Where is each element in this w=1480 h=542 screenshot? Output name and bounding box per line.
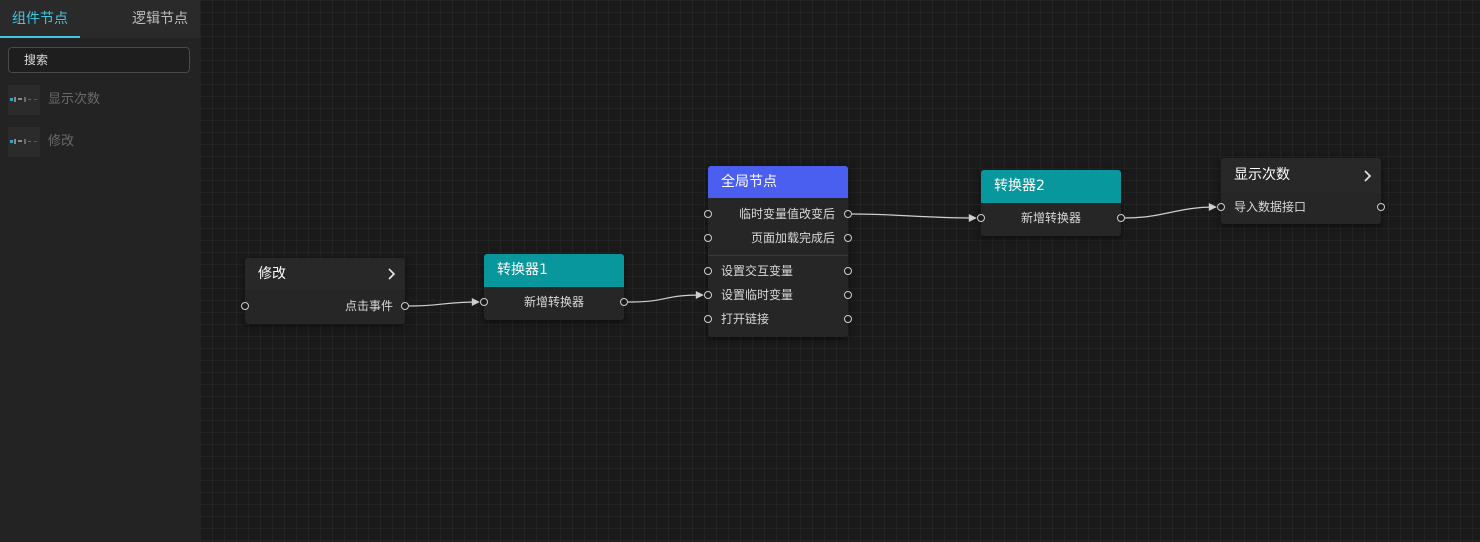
port-row-add-converter: 新增转换器 — [480, 290, 628, 314]
action-row-open-link: 打开链接 — [704, 307, 852, 331]
port-label: 设置交互变量 — [721, 264, 794, 278]
tab-logic-nodes[interactable]: 逻辑节点 — [132, 0, 188, 38]
output-port[interactable] — [401, 302, 409, 310]
node-header: 转换器2 — [981, 170, 1121, 203]
connection-converter1-to-global — [627, 291, 704, 303]
node-title: 全局节点 — [721, 174, 777, 190]
input-port[interactable] — [1217, 203, 1225, 211]
output-port[interactable] — [844, 234, 852, 242]
input-port[interactable] — [704, 234, 712, 242]
port-label: 新增转换器 — [1020, 211, 1081, 225]
output-row-click-event: 点击事件 — [241, 294, 409, 318]
input-port[interactable] — [704, 267, 712, 275]
tab-component-nodes[interactable]: 组件节点 — [12, 0, 68, 38]
active-tab-indicator — [0, 36, 80, 38]
connection-converter2-to-display — [1123, 203, 1217, 219]
search-input[interactable] — [8, 47, 190, 73]
node-modify[interactable]: 修改 点击事件 — [241, 258, 409, 324]
node-header: 转换器1 — [484, 254, 624, 287]
node-header: 显示次数 — [1221, 158, 1381, 193]
node-title: 显示次数 — [1234, 167, 1290, 183]
output-port[interactable] — [844, 267, 852, 275]
port-label: 新增转换器 — [523, 295, 584, 309]
input-row-import-data: 导入数据接口 — [1217, 195, 1385, 219]
port-label: 点击事件 — [344, 299, 393, 313]
library-item-modify[interactable]: 修改 — [8, 127, 192, 157]
action-row-set-temp-var: 设置临时变量 — [704, 283, 852, 307]
output-port[interactable] — [1117, 214, 1125, 222]
library-item-label: 显示次数 — [48, 92, 101, 107]
library-item-label: 修改 — [48, 134, 75, 149]
output-port[interactable] — [844, 291, 852, 299]
port-label: 设置临时变量 — [721, 288, 794, 302]
output-port[interactable] — [620, 298, 628, 306]
library-item-display-count[interactable]: 显示次数 — [8, 85, 192, 115]
node-converter-1[interactable]: 转换器1 新增转换器 — [480, 254, 628, 320]
node-thumbnail-icon — [8, 127, 40, 157]
input-port[interactable] — [704, 210, 712, 218]
action-row-set-interaction-var: 设置交互变量 — [704, 259, 852, 283]
input-port[interactable] — [241, 302, 249, 310]
port-label: 导入数据接口 — [1234, 200, 1307, 214]
node-title: 转换器2 — [994, 178, 1045, 194]
output-port[interactable] — [1377, 203, 1385, 211]
node-title: 修改 — [258, 266, 286, 282]
port-label: 临时变量值改变后 — [738, 207, 835, 221]
panel-tabs: 组件节点 逻辑节点 — [0, 0, 200, 38]
node-global[interactable]: 全局节点 临时变量值改变后 页面加载完成后 设置交互变量 设置临时变量 打开链接 — [704, 166, 852, 337]
chevron-right-icon[interactable] — [383, 266, 399, 282]
output-port[interactable] — [844, 210, 852, 218]
port-label: 页面加载完成后 — [750, 231, 835, 245]
node-library-panel: 组件节点 逻辑节点 显示次数 — [0, 0, 200, 542]
section-divider — [708, 255, 848, 256]
node-display-count[interactable]: 显示次数 导入数据接口 — [1217, 158, 1385, 224]
node-header: 修改 — [245, 258, 405, 290]
node-converter-2[interactable]: 转换器2 新增转换器 — [977, 170, 1125, 236]
connection-global-to-converter2 — [851, 213, 977, 222]
node-header: 全局节点 — [708, 166, 848, 198]
event-row-page-loaded: 页面加载完成后 — [704, 226, 852, 250]
input-port[interactable] — [704, 291, 712, 299]
flow-canvas[interactable]: 修改 点击事件 转换器1 新增转换器 全局节点 临时变量值改变后 页面加载完成后… — [200, 0, 1480, 542]
event-row-temp-var-changed: 临时变量值改变后 — [704, 202, 852, 226]
chevron-right-icon[interactable] — [1359, 168, 1375, 184]
port-row-add-converter: 新增转换器 — [977, 206, 1125, 230]
app-root: 组件节点 逻辑节点 显示次数 — [0, 0, 1480, 542]
node-title: 转换器1 — [497, 262, 548, 278]
node-thumbnail-icon — [8, 85, 40, 115]
connection-modify-to-converter1 — [408, 298, 480, 307]
output-port[interactable] — [844, 315, 852, 323]
port-label: 打开链接 — [721, 312, 770, 326]
input-port[interactable] — [704, 315, 712, 323]
